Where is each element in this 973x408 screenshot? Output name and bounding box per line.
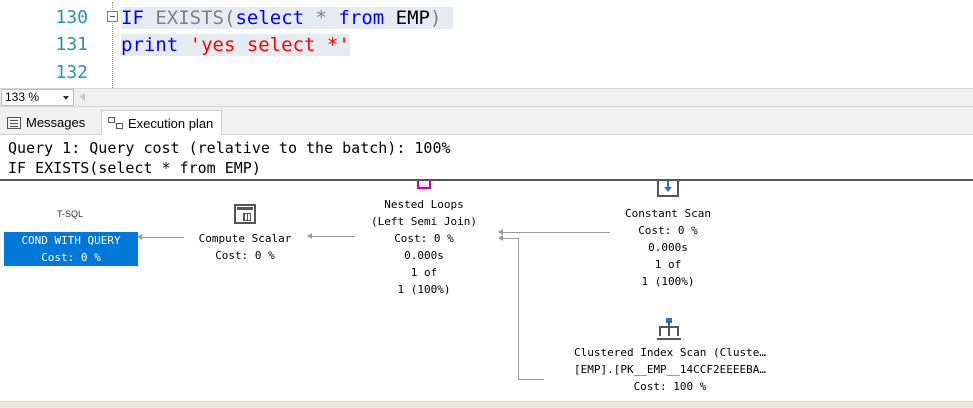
plan-connector: [139, 237, 184, 238]
line-number: 132: [55, 62, 88, 83]
tsql-icon: T-SQL: [56, 209, 83, 219]
identifier: EMP: [395, 7, 430, 29]
messages-icon: [7, 116, 21, 129]
keyword: print: [121, 34, 179, 56]
arrow-left-icon: [498, 235, 503, 241]
clustered-index-scan-icon: [657, 318, 681, 340]
punctuation: ): [429, 7, 442, 29]
line-number: 130: [55, 7, 88, 28]
node-title: Nested Loops: [384, 198, 464, 211]
node-time: 0.000s: [648, 241, 688, 254]
node-object: [EMP].[PK__EMP__14CCF2EEEEBA…: [573, 363, 767, 376]
keyword: from: [338, 7, 385, 29]
execution-plan-canvas[interactable]: T-SQL COND WITH QUERY Cost: 0 % Compute …: [0, 181, 973, 401]
node-title: Constant Scan: [624, 207, 712, 220]
tab-label: Messages: [26, 115, 86, 130]
operator: *: [315, 7, 327, 29]
code-line-131[interactable]: print 'yes select *': [121, 31, 350, 59]
query-cost-text: Query 1: Query cost (relative to the bat…: [8, 139, 451, 157]
node-time: 0.000s: [404, 249, 444, 262]
node-subtitle: (Left Semi Join): [371, 215, 477, 228]
query-text: IF EXISTS(select * from EMP): [8, 159, 261, 177]
tab-label: Execution plan: [128, 115, 214, 131]
results-tabstrip: Messages Execution plan: [0, 107, 973, 135]
compute-scalar-icon: [234, 204, 256, 224]
plan-header: Query 1: Query cost (relative to the bat…: [0, 135, 973, 181]
keyword: EXISTS: [155, 7, 224, 29]
editor-status-strip: 133 %: [0, 88, 973, 107]
constant-scan-icon: [657, 181, 679, 197]
collapse-toggle-icon[interactable]: [107, 11, 118, 22]
line-number: 131: [55, 34, 88, 55]
node-title: COND WITH QUERY: [21, 234, 121, 247]
plan-connector: [309, 236, 355, 237]
string-literal: 'yes select *': [189, 34, 350, 56]
plan-connector: [500, 232, 610, 233]
scroll-left-arrow-icon[interactable]: [80, 93, 85, 101]
node-rows: 1 of: [410, 266, 438, 279]
node-cost: Cost: 0 %: [638, 224, 698, 237]
punctuation: (: [223, 7, 236, 29]
node-rows: 1 of: [654, 258, 682, 271]
node-cost: Cost: 0 %: [41, 251, 101, 264]
tab-messages[interactable]: Messages: [4, 111, 88, 134]
node-cost: Cost: 0 %: [215, 249, 275, 262]
keyword: IF: [121, 7, 144, 29]
node-cost: Cost: 0 %: [394, 232, 454, 245]
node-title: Compute Scalar: [198, 232, 292, 245]
zoom-value: 133 %: [5, 90, 40, 104]
plan-connector: [518, 238, 519, 380]
keyword: select: [235, 7, 305, 29]
tab-execution-plan[interactable]: Execution plan: [101, 110, 223, 135]
node-cost: Cost: 100 %: [633, 380, 707, 393]
query-editor[interactable]: 130 131 132 IF EXISTS(select * from EMP)…: [0, 0, 973, 88]
node-title: Clustered Index Scan (Cluste…: [573, 346, 767, 359]
node-rows-pct: 1 (100%): [641, 275, 695, 288]
plan-node-cond-with-query[interactable]: COND WITH QUERY Cost: 0 %: [4, 232, 138, 266]
chevron-down-icon[interactable]: [63, 96, 69, 100]
execution-plan-icon: [108, 116, 123, 130]
zoom-select[interactable]: 133 %: [1, 89, 74, 106]
code-line-130[interactable]: IF EXISTS(select * from EMP): [121, 4, 453, 32]
node-rows-pct: 1 (100%): [397, 283, 451, 296]
nested-loops-icon: [417, 181, 431, 189]
